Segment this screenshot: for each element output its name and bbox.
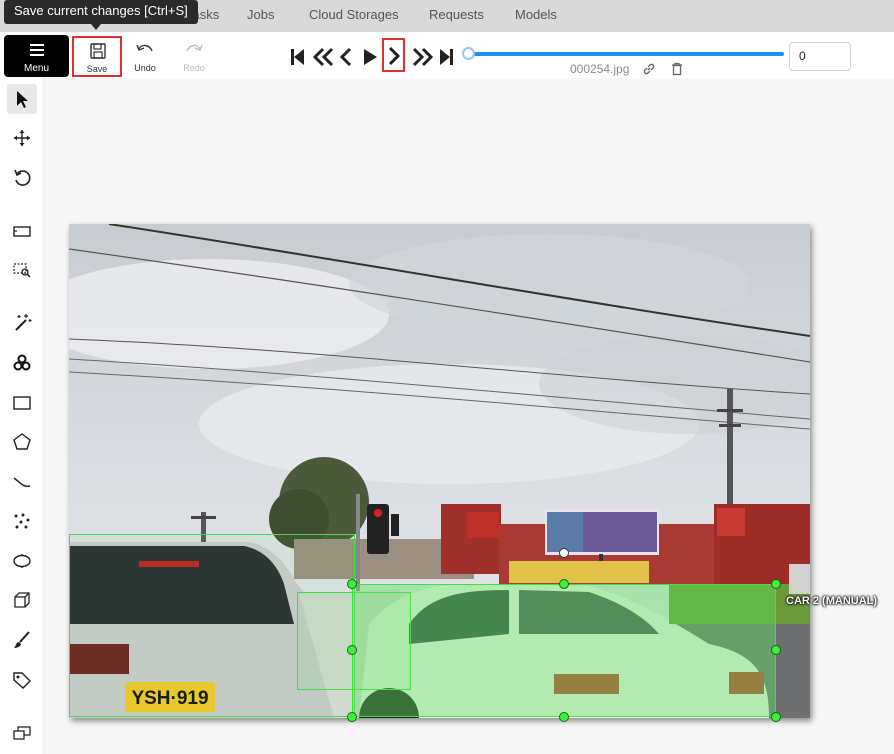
redo-button[interactable]: Redo <box>169 37 219 75</box>
last-frame-button[interactable] <box>435 44 457 70</box>
fit-image-tool[interactable] <box>7 216 37 246</box>
frame-filename: 000254.jpg <box>570 62 630 76</box>
tooltip-arrow <box>91 24 101 30</box>
box-handle-bottom-right[interactable] <box>771 712 781 722</box>
points-icon <box>14 513 30 529</box>
first-frame-button[interactable] <box>287 44 309 70</box>
points-tool[interactable] <box>7 506 37 536</box>
cuboid-tool[interactable] <box>7 585 37 615</box>
undo-icon <box>136 44 153 52</box>
nav-models[interactable]: Models <box>515 7 557 22</box>
move-tool[interactable] <box>7 123 37 153</box>
menu-button[interactable]: Menu <box>4 35 69 77</box>
rotate-icon <box>14 169 31 186</box>
brush-tool[interactable] <box>7 625 37 655</box>
shape-label: CAR 2 (MANUAL) <box>786 595 878 607</box>
nav-cloud-storages[interactable]: Cloud Storages <box>309 7 399 22</box>
ellipse-tool[interactable] <box>7 546 37 576</box>
group-icon <box>13 726 31 740</box>
polygon-tool[interactable] <box>7 427 37 457</box>
rotate-tool[interactable] <box>7 163 37 193</box>
redo-label: Redo <box>183 63 205 73</box>
box-handle-bottom-middle[interactable] <box>559 712 569 722</box>
box-handle-top-right[interactable] <box>771 579 781 589</box>
rectangle-tool[interactable] <box>7 388 37 418</box>
save-tooltip: Save current changes [Ctrl+S] <box>4 0 198 24</box>
last-frame-icon <box>440 49 453 65</box>
bounding-box-car-2-selected[interactable] <box>352 584 776 717</box>
menu-label: Menu <box>23 63 49 74</box>
controls-sidebar <box>0 78 42 754</box>
move-icon <box>14 130 30 146</box>
undo-button[interactable]: Undo <box>120 37 170 75</box>
box-handle-bottom-left[interactable] <box>347 712 357 722</box>
tag-tool[interactable] <box>7 665 37 695</box>
polygon-icon <box>13 433 31 450</box>
box-handle-middle-right[interactable] <box>771 645 781 655</box>
frame-slider-track[interactable] <box>468 52 784 56</box>
magic-wand-icon <box>15 314 32 331</box>
previous-frame-button[interactable] <box>335 44 357 70</box>
cursor-tool[interactable] <box>7 84 37 114</box>
play-button[interactable] <box>359 44 381 70</box>
polyline-icon <box>13 477 31 487</box>
save-icon <box>90 43 106 59</box>
frame-number-input[interactable]: 0 <box>789 42 851 71</box>
fit-icon <box>13 226 31 237</box>
undo-label: Undo <box>134 63 156 73</box>
next-icon <box>388 46 401 66</box>
openvino-icon <box>13 354 31 371</box>
box-handle-top-left[interactable] <box>347 579 357 589</box>
previous-icon <box>339 47 352 67</box>
first-frame-icon <box>291 49 304 65</box>
fast-backward-icon <box>312 47 334 67</box>
magic-wand-tool[interactable] <box>7 308 37 338</box>
redo-icon <box>186 44 203 52</box>
nav-requests[interactable]: Requests <box>429 7 484 22</box>
tag-icon <box>13 672 31 689</box>
play-icon <box>364 49 377 65</box>
fast-forward-icon <box>412 47 434 67</box>
cvat-annotation-app: Tasks Jobs Cloud Storages Requests Model… <box>0 0 894 754</box>
group-tool[interactable] <box>7 718 37 748</box>
save-label: Save <box>86 64 108 74</box>
ellipse-icon <box>13 554 31 568</box>
cursor-icon <box>17 91 28 108</box>
box-handle-middle-left[interactable] <box>347 645 357 655</box>
nav-jobs[interactable]: Jobs <box>247 7 274 22</box>
cuboid-icon <box>14 592 30 608</box>
frame-slider-handle[interactable] <box>462 47 475 60</box>
annotation-toolbar: Menu Save Undo Redo 0 000254.jpg <box>0 32 894 78</box>
brush-icon <box>14 631 30 648</box>
polyline-tool[interactable] <box>7 467 37 497</box>
fast-forward-button[interactable] <box>409 44 435 70</box>
box-handle-top-middle[interactable] <box>559 579 569 589</box>
next-frame-button[interactable] <box>382 38 405 72</box>
zoom-region-icon <box>13 263 31 278</box>
openvino-tool[interactable] <box>7 348 37 378</box>
hamburger-icon <box>30 44 44 59</box>
rectangle-icon <box>13 396 31 410</box>
fast-backward-button[interactable] <box>309 44 335 70</box>
zoom-region-tool[interactable] <box>7 255 37 285</box>
box-rotation-handle[interactable] <box>559 548 569 558</box>
save-button[interactable]: Save <box>72 36 122 77</box>
